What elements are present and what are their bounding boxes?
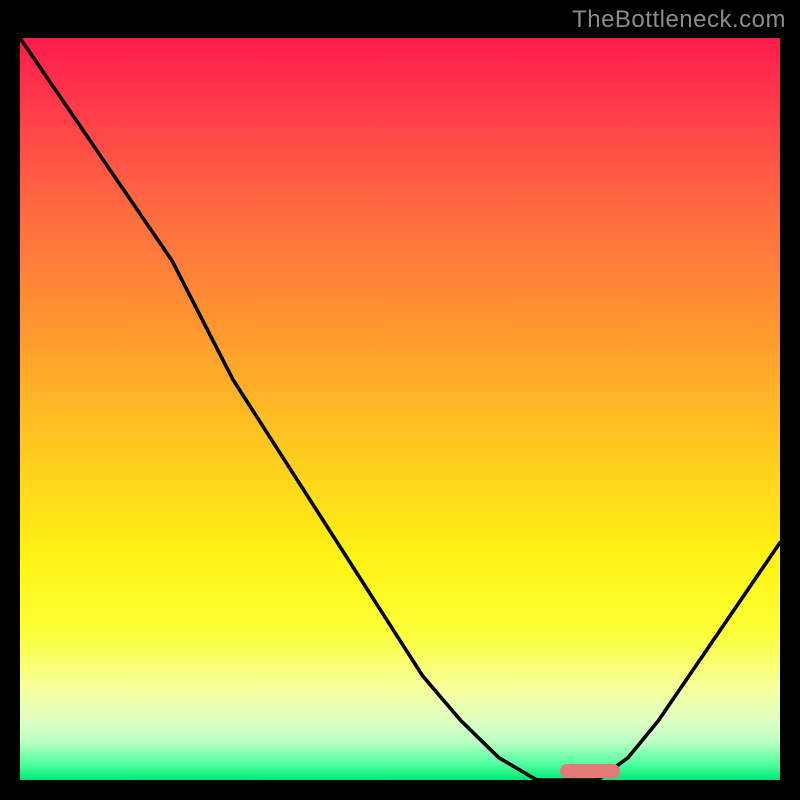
watermark-text: TheBottleneck.com	[572, 6, 786, 34]
plot-area	[20, 38, 780, 780]
optimum-marker	[560, 764, 621, 778]
bottleneck-curve	[20, 38, 780, 780]
chart-frame: TheBottleneck.com	[0, 0, 800, 800]
